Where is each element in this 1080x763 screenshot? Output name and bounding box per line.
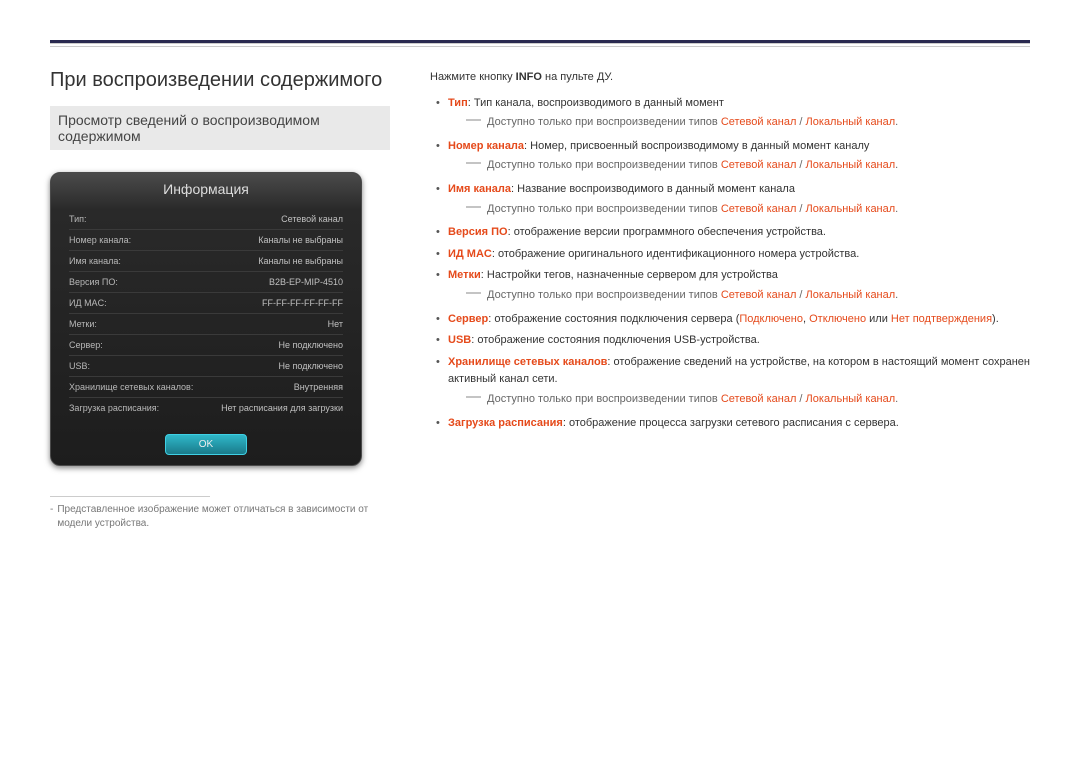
- info-row-value: Сетевой канал: [281, 214, 343, 224]
- info-row-label: USB:: [69, 361, 90, 371]
- sub-dash-icon: ―: [466, 287, 481, 305]
- sub-dash-icon: ―: [466, 391, 481, 409]
- item-server: Сервер: отображение состояния подключени…: [430, 311, 1030, 329]
- sub-dash-icon: ―: [466, 114, 481, 132]
- info-row-label: Хранилище сетевых каналов:: [69, 382, 193, 392]
- info-row-value: Внутренняя: [294, 382, 343, 392]
- item-chname-label: Имя канала: [448, 183, 511, 195]
- item-type-label: Тип: [448, 97, 468, 109]
- item-type-text: : Тип канала, воспроизводимого в данный …: [468, 97, 724, 109]
- item-chname-sub: ―Доступно только при воспроизведении тип…: [448, 201, 1030, 219]
- item-schedule-text: : отображение процесса загрузки сетевого…: [563, 417, 899, 429]
- info-row-label: Версия ПО:: [69, 277, 118, 287]
- item-schedule-label: Загрузка расписания: [448, 417, 563, 429]
- item-tags: Метки: Настройки тегов, назначенные серв…: [430, 267, 1030, 304]
- info-panel: Информация Тип: Сетевой канал Номер канала…: [50, 172, 362, 466]
- info-row: Тип: Сетевой канал: [69, 209, 343, 229]
- item-usb-text: : отображение состояния подключения USB-…: [471, 334, 760, 346]
- info-row-label: Загрузка расписания:: [69, 403, 159, 413]
- item-schedule: Загрузка расписания: отображение процесс…: [430, 415, 1030, 433]
- info-row: USB: Не подключено: [69, 355, 343, 376]
- info-row: Загрузка расписания: Нет расписания для з…: [69, 397, 343, 418]
- sub-dash-icon: ―: [466, 201, 481, 219]
- info-row: Сервер: Не подключено: [69, 334, 343, 355]
- item-tags-text: : Настройки тегов, назначенные сервером …: [481, 269, 778, 281]
- info-row: Хранилище сетевых каналов: Внутренняя: [69, 376, 343, 397]
- item-tags-label: Метки: [448, 269, 481, 281]
- description-column: Нажмите кнопку INFO на пульте ДУ. Тип: Т…: [430, 69, 1030, 531]
- info-panel-title: Информация: [51, 173, 361, 209]
- footnote-divider: [50, 496, 210, 497]
- item-storage-label: Хранилище сетевых каналов: [448, 356, 607, 368]
- item-chname-text: : Название воспроизводимого в данный мом…: [511, 183, 795, 195]
- info-row-value: Каналы не выбраны: [258, 256, 343, 266]
- info-row: Метки: Нет: [69, 313, 343, 334]
- sub-dash-icon: ―: [466, 157, 481, 175]
- info-row-value: FF-FF-FF-FF-FF-FF: [262, 298, 343, 308]
- item-chnum-sub: ―Доступно только при воспроизведении тип…: [448, 157, 1030, 175]
- item-tags-sub: ―Доступно только при воспроизведении тип…: [448, 287, 1030, 305]
- item-version: Версия ПО: отображение версии программно…: [430, 224, 1030, 242]
- item-chname: Имя канала: Название воспроизводимого в …: [430, 181, 1030, 218]
- description-list: Тип: Тип канала, воспроизводимого в данн…: [430, 95, 1030, 433]
- footnote-text: Представленное изображение может отличат…: [57, 503, 390, 531]
- intro-post: на пульте ДУ.: [542, 71, 613, 83]
- ok-button[interactable]: OK: [165, 434, 247, 455]
- info-row: ИД MAC: FF-FF-FF-FF-FF-FF: [69, 292, 343, 313]
- page-subtitle: Просмотр сведений о воспроизводимом соде…: [50, 106, 390, 150]
- info-row-value: Каналы не выбраны: [258, 235, 343, 245]
- info-panel-body: Тип: Сетевой канал Номер канала: Каналы не …: [51, 209, 361, 428]
- item-chnum: Номер канала: Номер, присвоенный воспрои…: [430, 138, 1030, 175]
- info-row-label: Номер канала:: [69, 235, 131, 245]
- info-row-label: Сервер:: [69, 340, 103, 350]
- info-row-value: Не подключено: [279, 361, 343, 371]
- item-usb-label: USB: [448, 334, 471, 346]
- item-mac: ИД MAC: отображение оригинального иденти…: [430, 246, 1030, 264]
- item-mac-label: ИД MAC: [448, 248, 492, 260]
- info-row-value: B2B-EP-MIP-4510: [269, 277, 343, 287]
- item-chnum-label: Номер канала: [448, 140, 524, 152]
- info-row-label: Метки:: [69, 319, 97, 329]
- item-version-label: Версия ПО: [448, 226, 508, 238]
- item-chnum-text: : Номер, присвоенный воспроизводимому в …: [524, 140, 869, 152]
- item-server-label: Сервер: [448, 313, 488, 325]
- info-row-label: ИД MAC:: [69, 298, 107, 308]
- item-type-sub: ―Доступно только при воспроизведении тип…: [448, 114, 1030, 132]
- info-row: Версия ПО: B2B-EP-MIP-4510: [69, 271, 343, 292]
- item-type: Тип: Тип канала, воспроизводимого в данн…: [430, 95, 1030, 132]
- info-row: Имя канала: Каналы не выбраны: [69, 250, 343, 271]
- item-storage-sub: ―Доступно только при воспроизведении тип…: [448, 391, 1030, 409]
- page-title: При воспроизведении содержимого: [50, 69, 390, 92]
- info-row-value: Не подключено: [279, 340, 343, 350]
- item-usb: USB: отображение состояния подключения U…: [430, 332, 1030, 350]
- footnote-marker: -: [50, 503, 53, 531]
- intro-bold: INFO: [516, 71, 542, 83]
- item-mac-text: : отображение оригинального идентификаци…: [492, 248, 859, 260]
- item-storage: Хранилище сетевых каналов: отображение с…: [430, 354, 1030, 409]
- info-row: Номер канала: Каналы не выбраны: [69, 229, 343, 250]
- info-row-label: Имя канала:: [69, 256, 121, 266]
- footnote: - Представленное изображение может отлич…: [50, 503, 390, 531]
- header-rule: [50, 40, 1030, 44]
- intro-pre: Нажмите кнопку: [430, 71, 516, 83]
- intro-line: Нажмите кнопку INFO на пульте ДУ.: [430, 69, 1030, 87]
- info-row-label: Тип:: [69, 214, 87, 224]
- info-row-value: Нет: [328, 319, 343, 329]
- item-version-text: : отображение версии программного обеспе…: [508, 226, 826, 238]
- info-row-value: Нет расписания для загрузки: [221, 403, 343, 413]
